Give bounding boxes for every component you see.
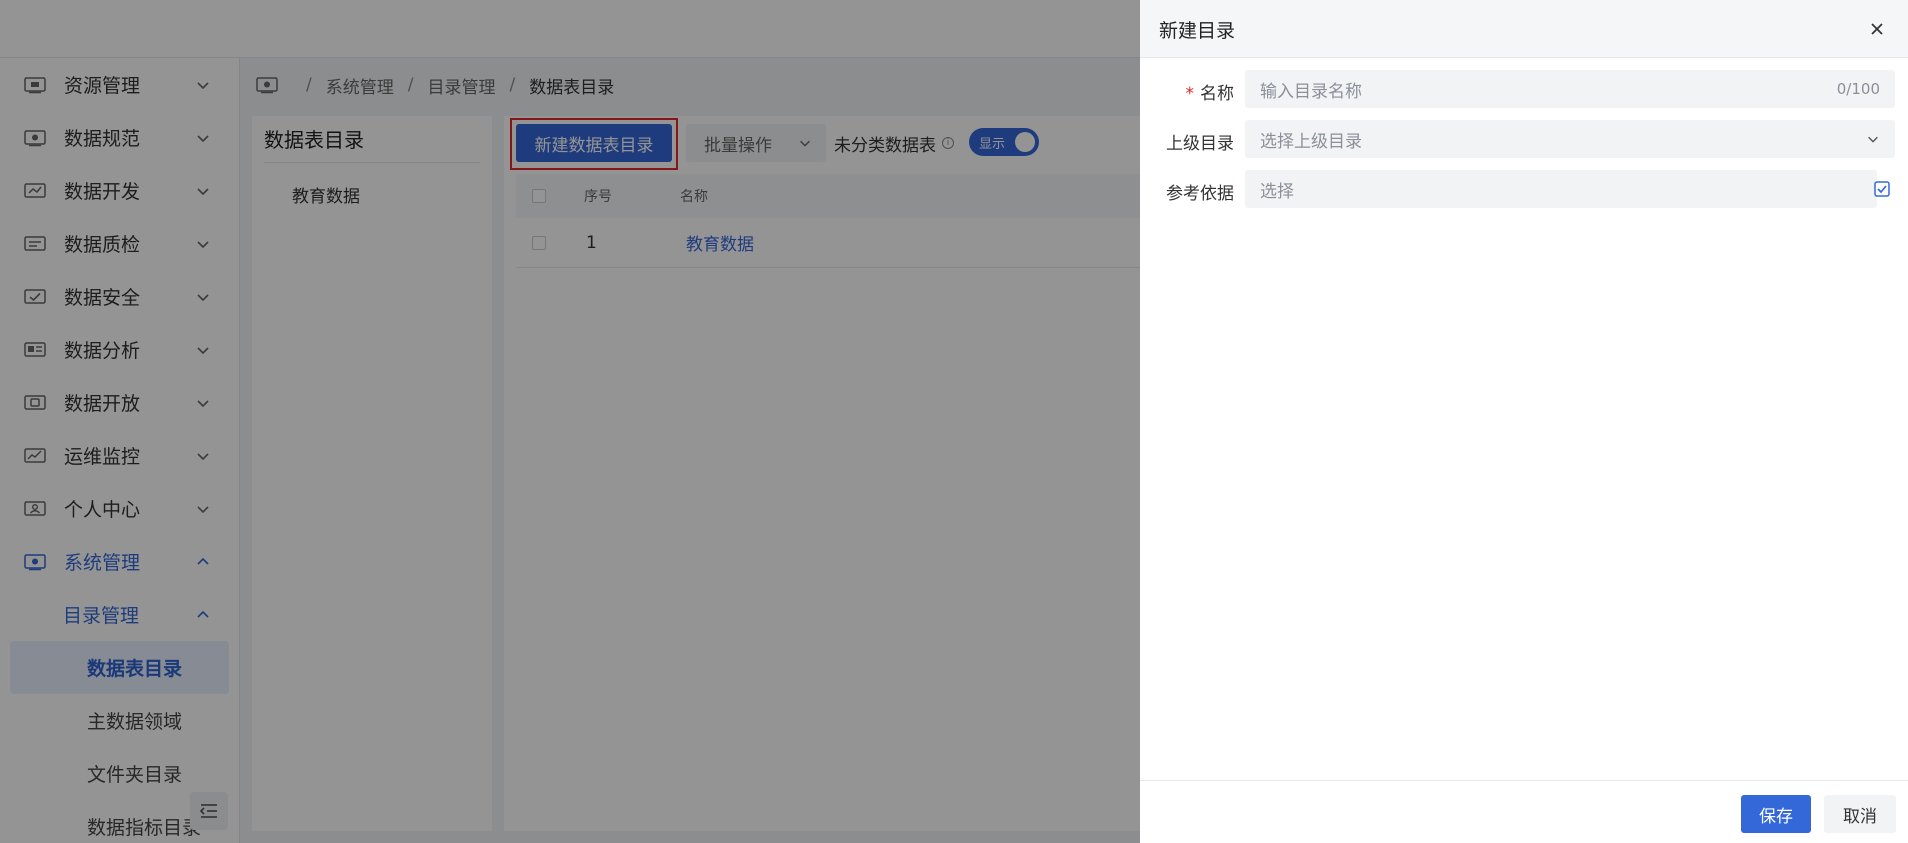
cancel-button[interactable]: 取消 [1824, 795, 1896, 833]
drawer-title: 新建目录 [1159, 20, 1236, 42]
form-row-name: * 名称 输入目录名称 0/100 [1140, 70, 1908, 110]
reference-select[interactable]: 选择 [1245, 170, 1877, 208]
parent-catalog-select[interactable]: 选择上级目录 [1245, 120, 1895, 158]
name-field-label: * 名称 [1186, 79, 1235, 104]
reference-field-label: 参考依据 [1166, 184, 1234, 204]
form-row-reference: 参考依据 选择 [1140, 170, 1908, 210]
char-count: 0/100 [1836, 80, 1880, 98]
parent-select-placeholder: 选择上级目录 [1260, 131, 1362, 152]
save-button[interactable]: 保存 [1741, 795, 1811, 833]
drawer-header: 新建目录 [1140, 0, 1908, 58]
parent-field-label: 上级目录 [1166, 134, 1234, 154]
name-input-placeholder: 输入目录名称 [1260, 81, 1362, 102]
checkbox-checked-icon[interactable] [1874, 181, 1890, 197]
drawer-footer: 保存 取消 [1140, 780, 1908, 843]
new-catalog-drawer: 新建目录 * 名称 输入目录名称 0/100 上级目录 选择上级目录 参考依据 选… [1140, 0, 1908, 843]
name-input[interactable]: 输入目录名称 0/100 [1245, 70, 1895, 108]
reference-select-placeholder: 选择 [1260, 181, 1294, 202]
form-row-parent: 上级目录 选择上级目录 [1140, 120, 1908, 160]
close-icon [1871, 23, 1883, 35]
required-marker: * [1185, 84, 1195, 104]
chevron-down-icon [1868, 136, 1878, 143]
close-button[interactable] [1866, 18, 1888, 40]
name-label-text: 名称 [1200, 84, 1234, 104]
